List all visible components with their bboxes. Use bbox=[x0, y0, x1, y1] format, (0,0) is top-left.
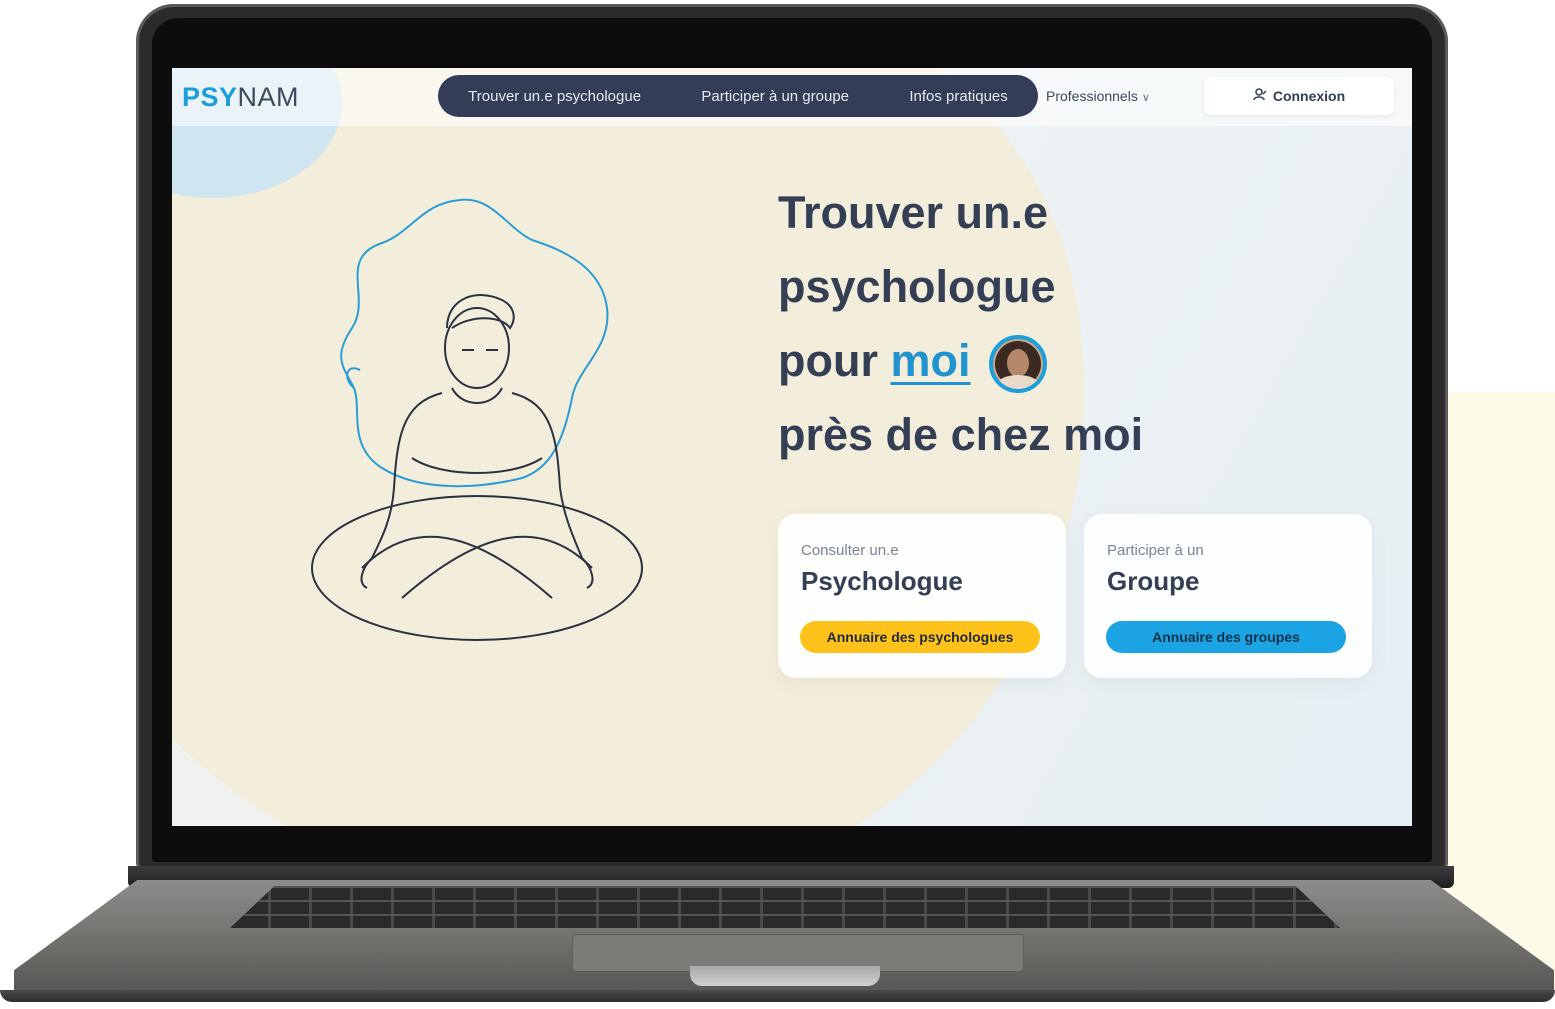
logo[interactable]: PSYNAM bbox=[182, 82, 299, 113]
laptop-notch bbox=[690, 966, 880, 986]
nav-link-find-psychologist[interactable]: Trouver un.e psychologue bbox=[468, 88, 641, 105]
meditation-illustration bbox=[311, 198, 643, 641]
hero-heading: Trouver un.e psychologue pour moi près d… bbox=[778, 176, 1298, 472]
hero-line-1: Trouver un.e bbox=[778, 187, 1049, 238]
hero-highlight-word[interactable]: moi bbox=[891, 335, 971, 386]
laptop-keyboard-rows bbox=[230, 886, 1340, 928]
card-psychologist: Consulter un.e Psychologue Annuaire des … bbox=[778, 514, 1066, 678]
psychologist-directory-button[interactable]: Annuaire des psychologues bbox=[800, 621, 1040, 653]
laptop-bottom-edge bbox=[0, 990, 1555, 1002]
nav-link-join-group[interactable]: Participer à un groupe bbox=[701, 88, 849, 105]
card-psychologist-subtitle: Consulter un.e bbox=[801, 542, 899, 559]
hero-line-3-prefix: pour bbox=[778, 335, 878, 386]
login-label: Connexion bbox=[1272, 88, 1346, 104]
card-group: Participer à un Groupe Annuaire des grou… bbox=[1084, 514, 1372, 678]
hero-line-3: pour moi bbox=[778, 324, 1298, 398]
card-group-title: Groupe bbox=[1107, 566, 1200, 596]
top-navigation: PSYNAM Trouver un.e psychologue Particip… bbox=[172, 68, 1412, 126]
nav-professionals-label: Professionnels bbox=[1046, 88, 1138, 104]
card-psychologist-title: Psychologue bbox=[801, 566, 963, 596]
nav-professionals-dropdown[interactable]: Professionnels ∨ bbox=[1046, 88, 1150, 104]
chevron-down-icon: ∨ bbox=[1141, 92, 1150, 104]
avatar bbox=[989, 335, 1048, 394]
user-icon bbox=[1253, 88, 1267, 104]
hero-line-4: près de chez moi bbox=[778, 409, 1144, 460]
website-screen: PSYNAM Trouver un.e psychologue Particip… bbox=[172, 68, 1412, 826]
nav-link-practical-info[interactable]: Infos pratiques bbox=[909, 88, 1007, 105]
login-button[interactable]: Connexion bbox=[1204, 77, 1394, 115]
card-group-subtitle: Participer à un bbox=[1107, 542, 1204, 559]
logo-psy: PSY bbox=[182, 82, 238, 112]
hero-line-2: psychologue bbox=[778, 261, 1056, 312]
group-directory-button[interactable]: Annuaire des groupes bbox=[1106, 621, 1346, 653]
logo-nam: NAM bbox=[237, 82, 300, 112]
main-nav-links: Trouver un.e psychologue Participer à un… bbox=[438, 75, 1038, 117]
